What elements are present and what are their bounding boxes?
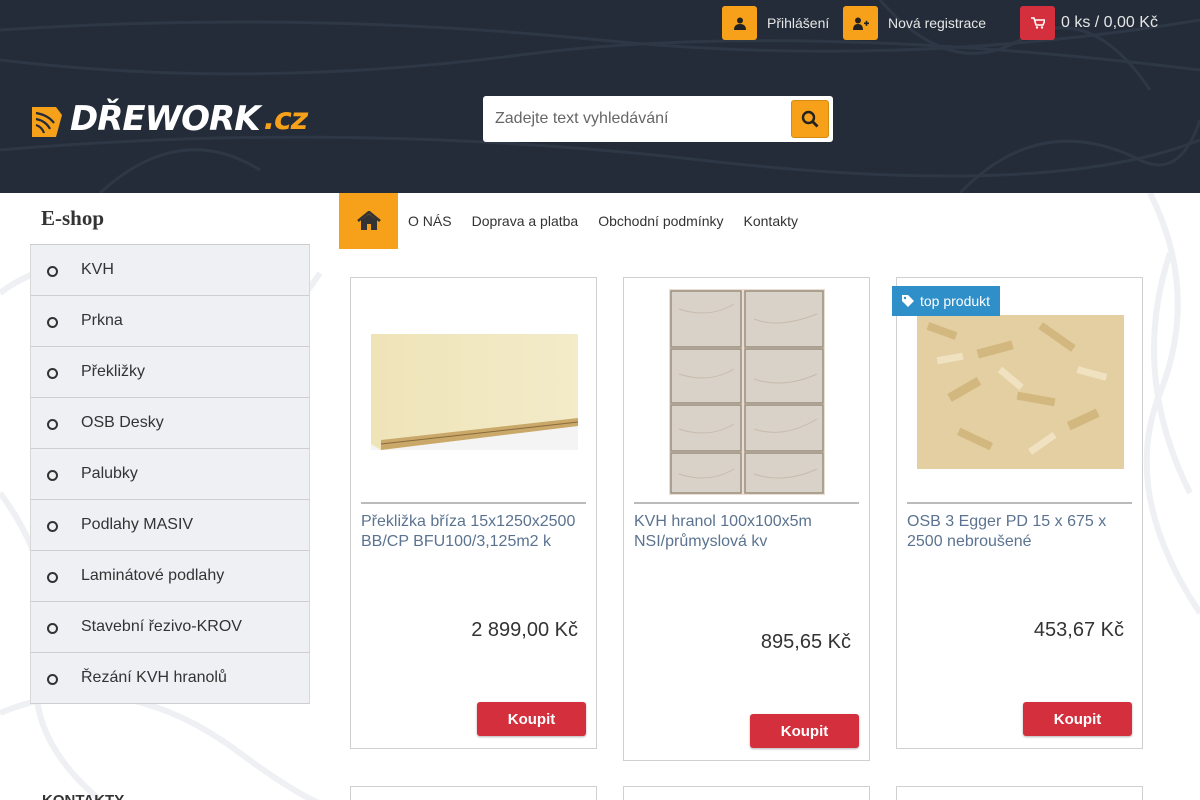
cart-link[interactable]: 0 ks / 0,00 Kč (1020, 6, 1158, 40)
main-nav: O NÁS Doprava a platba Obchodní podmínky… (339, 193, 808, 249)
product-name[interactable]: KVH hranol 100x100x5m NSI/průmyslová kv (634, 512, 859, 552)
product-price: 2 899,00 Kč (471, 619, 578, 641)
sidebar-item-label: OSB Desky (81, 414, 164, 431)
search-button[interactable] (791, 100, 829, 138)
card-divider (361, 502, 586, 504)
top-product-badge: top produkt (892, 286, 1001, 316)
product-card[interactable]: Překližka bříza 15x1250x2500 BB/CP BFU10… (350, 277, 597, 749)
sidebar-title: E-shop (30, 193, 310, 245)
product-image-plywood[interactable] (371, 334, 578, 450)
cart-icon (1020, 6, 1055, 40)
product-card[interactable]: KVH hranol 100x100x5m NSI/průmyslová kv … (623, 277, 870, 761)
logo-tld: .cz (263, 101, 309, 137)
card-divider (907, 502, 1132, 504)
product-card[interactable] (896, 786, 1143, 800)
contacts-heading: KONTAKTY (42, 792, 124, 800)
cart-summary: 0 ks / 0,00 Kč (1061, 14, 1158, 31)
circle-bullet-icon (47, 368, 58, 379)
search-icon (801, 110, 819, 128)
site-header: Přihlášení Nová registrace 0 ks / 0,00 K… (0, 0, 1200, 193)
home-icon (356, 211, 381, 230)
register-link[interactable]: Nová registrace (843, 6, 986, 40)
sidebar-item-stavebni-rezivo[interactable]: Stavební řezivo-KROV (30, 602, 310, 653)
product-image-osb[interactable] (917, 315, 1124, 469)
sidebar-item-label: Překližky (81, 363, 146, 380)
sidebar-item-label: Palubky (81, 465, 138, 482)
user-icon (722, 6, 757, 40)
circle-bullet-icon (47, 521, 58, 532)
product-name[interactable]: OSB 3 Egger PD 15 x 675 x 2500 nebroušen… (907, 512, 1132, 552)
sidebar-item-osb-desky[interactable]: OSB Desky (30, 398, 310, 449)
card-divider (634, 502, 859, 504)
sidebar-item-label: Podlahy MASIV (81, 516, 194, 533)
category-sidebar: E-shop KVH Prkna Překližky OSB Desky Pal… (30, 193, 310, 704)
login-label: Přihlášení (767, 15, 830, 31)
sidebar-item-podlahy-masiv[interactable]: Podlahy MASIV (30, 500, 310, 551)
sidebar-item-rezani-kvh[interactable]: Řezání KVH hranolů (30, 653, 310, 704)
nav-link-kontakty[interactable]: Kontakty (744, 213, 798, 229)
buy-button[interactable]: Koupit (1023, 702, 1132, 736)
nav-link-obchodni-podminky[interactable]: Obchodní podmínky (598, 213, 723, 229)
search-box (483, 96, 833, 142)
circle-bullet-icon (47, 572, 58, 583)
buy-button[interactable]: Koupit (750, 714, 859, 748)
circle-bullet-icon (47, 623, 58, 634)
user-plus-icon (843, 6, 878, 40)
buy-button[interactable]: Koupit (477, 702, 586, 736)
home-button[interactable] (339, 193, 398, 249)
product-image-kvh-beams[interactable] (669, 289, 825, 495)
register-label: Nová registrace (888, 15, 987, 31)
sidebar-item-label: Stavební řezivo-KROV (81, 618, 242, 635)
product-price: 453,67 Kč (1033, 619, 1124, 641)
product-card[interactable] (350, 786, 597, 800)
logo-mark-icon (32, 107, 62, 137)
sidebar-item-palubky[interactable]: Palubky (30, 449, 310, 500)
product-card[interactable]: top produkt OSB 3 Egger PD 15 x 675 x 25… (892, 277, 1143, 749)
product-card[interactable] (623, 786, 870, 800)
product-name[interactable]: Překližka bříza 15x1250x2500 BB/CP BFU10… (361, 512, 586, 552)
product-price: 895,65 Kč (760, 631, 851, 653)
circle-bullet-icon (47, 470, 58, 481)
sidebar-item-label: Laminátové podlahy (81, 567, 225, 584)
circle-bullet-icon (47, 674, 58, 685)
nav-link-o-nas[interactable]: O NÁS (408, 213, 452, 229)
sidebar-item-laminatove-podlahy[interactable]: Laminátové podlahy (30, 551, 310, 602)
logo-text: DŘEWORK (70, 99, 261, 139)
site-logo[interactable]: DŘEWORK .cz (30, 99, 309, 139)
sidebar-item-label: Řezání KVH hranolů (81, 669, 227, 686)
sidebar-item-kvh[interactable]: KVH (30, 245, 310, 296)
sidebar-item-prkna[interactable]: Prkna (30, 296, 310, 347)
circle-bullet-icon (47, 317, 58, 328)
sidebar-item-label: Prkna (81, 312, 123, 329)
badge-label: top produkt (920, 293, 991, 309)
sidebar-item-preklizky[interactable]: Překližky (30, 347, 310, 398)
circle-bullet-icon (47, 419, 58, 430)
circle-bullet-icon (47, 266, 58, 277)
search-input[interactable] (483, 97, 783, 141)
tag-icon (902, 295, 914, 307)
sidebar-item-label: KVH (81, 261, 114, 278)
nav-link-doprava[interactable]: Doprava a platba (472, 213, 579, 229)
login-link[interactable]: Přihlášení (722, 6, 829, 40)
